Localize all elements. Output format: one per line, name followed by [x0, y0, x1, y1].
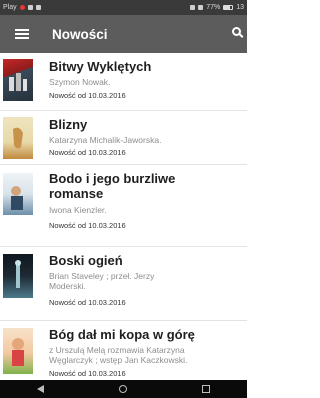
list-item[interactable]: Bitwy Wyklętych Szymon Nowak. Nowość od … — [0, 53, 247, 111]
hamburger-menu-icon[interactable] — [15, 29, 29, 39]
list-item[interactable]: Boski ogień Brian Staveley ; przeł. Jerz… — [0, 247, 247, 321]
signal-icon — [198, 5, 204, 10]
book-date: Nowość od 10.03.2016 — [49, 148, 126, 157]
recent-apps-square-icon[interactable] — [201, 385, 210, 393]
book-cover-image — [3, 254, 33, 298]
list-item[interactable]: Blizny Katarzyna Michalik-Jaworska. Nowo… — [0, 111, 247, 165]
bluetooth-icon — [190, 5, 196, 10]
notification-icon — [19, 5, 25, 10]
book-title: Bodo i jego burzliwe — [49, 171, 176, 186]
status-left: Play — [3, 4, 41, 11]
home-circle-icon[interactable] — [118, 385, 127, 393]
book-author: Katarzyna Michalik-Jaworska. — [49, 135, 162, 145]
play-store-label: Play — [3, 4, 17, 11]
battery-icon — [223, 5, 234, 10]
book-cover-image — [3, 117, 33, 159]
status-bar: Play 77% 13 — [0, 0, 247, 15]
book-date: Nowość od 10.03.2016 — [49, 221, 126, 230]
page-title: Nowości — [52, 26, 108, 42]
book-author: Szymon Nowak. — [49, 77, 111, 87]
book-list[interactable]: Bitwy Wyklętych Szymon Nowak. Nowość od … — [0, 53, 247, 380]
book-title: Boski ogień — [49, 253, 123, 268]
book-date: Nowość od 10.03.2016 — [49, 298, 126, 307]
book-cover-image — [3, 59, 33, 101]
clock: 13 — [236, 4, 244, 11]
list-item[interactable]: Bóg dał mi kopa w górę z Urszulą Melą ro… — [0, 321, 247, 380]
book-cover-image — [3, 173, 33, 215]
book-title: Blizny — [49, 117, 88, 132]
mail-icon — [35, 5, 41, 10]
image-icon — [27, 5, 33, 10]
search-icon[interactable] — [232, 27, 241, 36]
system-nav-bar — [0, 380, 247, 398]
book-cover-image — [3, 328, 33, 374]
book-author-line2: Moderski. — [49, 281, 86, 291]
app-bar: Nowości — [0, 15, 247, 53]
book-author: z Urszulą Melą rozmawia Katarzyna — [49, 345, 185, 355]
list-item[interactable]: Bodo i jego burzliwe romanse Iwona Kienz… — [0, 165, 247, 247]
battery-percent: 77% — [206, 4, 221, 11]
book-title: Bitwy Wyklętych — [49, 59, 152, 74]
book-title-line2: romanse — [49, 186, 104, 201]
book-date: Nowość od 10.03.2016 — [49, 369, 126, 378]
back-triangle-icon[interactable] — [37, 385, 45, 393]
book-date: Nowość od 10.03.2016 — [49, 91, 126, 100]
book-author: Iwona Kienzler. — [49, 205, 107, 215]
book-author: Brian Staveley ; przeł. Jerzy — [49, 271, 155, 281]
book-author-line2: Węglarczyk ; wstęp Jan Kaczkowski. — [49, 355, 188, 365]
status-right: 77% 13 — [190, 4, 244, 11]
book-title: Bóg dał mi kopa w górę — [49, 327, 195, 342]
